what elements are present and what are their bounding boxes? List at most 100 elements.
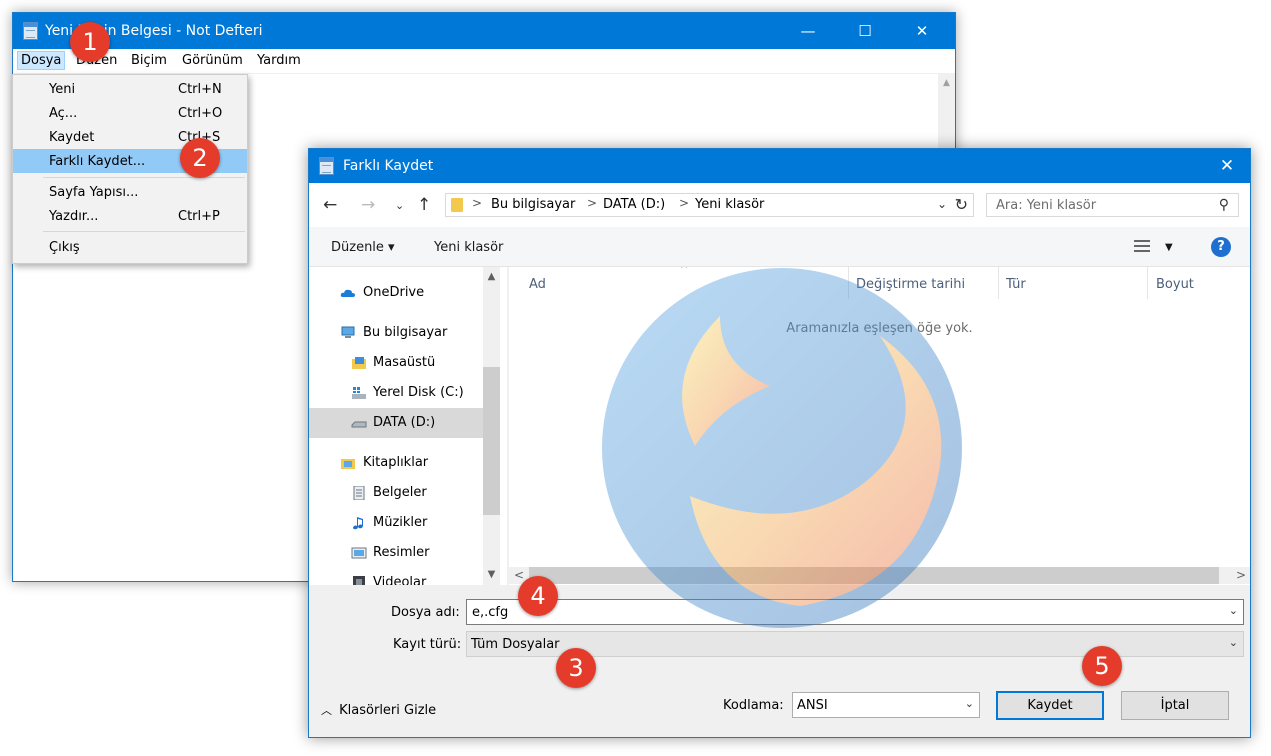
- nav-item-label: Bu bilgisayar: [363, 325, 448, 340]
- computer-icon: [341, 326, 355, 338]
- recent-locations-icon[interactable]: ⌄: [395, 199, 404, 212]
- breadcrumb-bu-bilgisayar[interactable]: Bu bilgisayar: [491, 197, 575, 212]
- menu-item-shortcut: Ctrl+O: [178, 106, 223, 121]
- breadcrumb-separator-icon[interactable]: >: [587, 196, 597, 210]
- scrollbar-thumb[interactable]: [483, 367, 500, 515]
- dialog-titlebar[interactable]: Farklı Kaydet ✕: [309, 149, 1250, 183]
- column-header-modified[interactable]: Değiştirme tarihi: [856, 277, 965, 292]
- new-folder-button[interactable]: Yeni klasör: [434, 240, 503, 255]
- notepad-menubar: Dosya Düzen Biçim Görünüm Yardım: [13, 49, 955, 74]
- menu-bicim[interactable]: Biçim: [128, 52, 170, 69]
- scrollbar-thumb[interactable]: [529, 567, 1219, 584]
- empty-message: Aramanızla eşleşen öğe yok.: [786, 321, 973, 336]
- address-bar[interactable]: > Bu bilgisayar > DATA (D:) > Yeni klasö…: [445, 193, 974, 217]
- nav-item-label: Yerel Disk (C:): [373, 385, 464, 400]
- menu-gorunum[interactable]: Görünüm: [179, 52, 246, 69]
- drive-icon: [351, 421, 367, 428]
- nav-item-muzikler[interactable]: Müzikler: [309, 508, 483, 538]
- column-header-size[interactable]: Boyut: [1156, 277, 1194, 292]
- notepad-titlebar[interactable]: Yeni Metin Belgesi - Not Defteri — ☐ ✕: [13, 13, 955, 49]
- search-input[interactable]: [987, 194, 1216, 216]
- chevron-down-icon[interactable]: ⌄: [1229, 604, 1238, 617]
- nav-item-kitapliklar[interactable]: Kitaplıklar: [309, 448, 483, 478]
- navigation-bar: ← → ⌄ ↑ > Bu bilgisayar > DATA (D:) > Ye…: [309, 183, 1250, 227]
- filetype-label: Kayıt türü:: [393, 637, 462, 652]
- forward-arrow-icon[interactable]: →: [361, 195, 375, 215]
- filename-input[interactable]: [467, 600, 1212, 624]
- column-header-type[interactable]: Tür: [1006, 277, 1026, 292]
- menu-item-ac[interactable]: Aç... Ctrl+O: [13, 101, 247, 125]
- nav-item-resimler[interactable]: Resimler: [309, 538, 483, 568]
- maximize-button[interactable]: ☐: [842, 13, 888, 49]
- menu-item-yazdir[interactable]: Yazdır... Ctrl+P: [13, 204, 247, 228]
- nav-item-videolar[interactable]: Videolar: [309, 568, 483, 585]
- search-box[interactable]: ⚲: [986, 193, 1239, 217]
- sort-ascending-icon: ^: [680, 267, 689, 275]
- column-divider[interactable]: [1147, 267, 1148, 299]
- menu-yardim[interactable]: Yardım: [254, 52, 304, 69]
- back-arrow-icon[interactable]: ←: [323, 195, 337, 215]
- chevron-down-icon[interactable]: ⌄: [1229, 636, 1238, 649]
- folder-icon: [451, 198, 463, 212]
- menu-dosya[interactable]: Dosya: [17, 51, 66, 70]
- videos-icon: [353, 576, 365, 585]
- file-list-horizontal-scrollbar[interactable]: < >: [509, 567, 1250, 584]
- scroll-left-icon[interactable]: <: [514, 568, 524, 582]
- breadcrumb-data-drive[interactable]: DATA (D:): [603, 197, 665, 212]
- menu-item-cikis[interactable]: Çıkış: [13, 235, 247, 259]
- view-options-icon[interactable]: [1134, 239, 1150, 253]
- documents-icon: [353, 486, 365, 500]
- scroll-up-icon[interactable]: ▲: [938, 78, 955, 88]
- breadcrumb-separator-icon[interactable]: >: [472, 196, 482, 210]
- scroll-right-icon[interactable]: >: [1236, 568, 1246, 582]
- scroll-up-icon[interactable]: ▲: [483, 271, 500, 282]
- menu-item-label: Aç...: [49, 106, 78, 121]
- dialog-close-button[interactable]: ✕: [1204, 149, 1250, 183]
- breadcrumb-yeni-klasor[interactable]: Yeni klasör: [695, 197, 764, 212]
- nav-item-onedrive[interactable]: OneDrive: [309, 278, 483, 308]
- nav-item-label: Masaüstü: [373, 355, 436, 370]
- menu-item-label: Farklı Kaydet...: [49, 154, 146, 169]
- step-marker-3: 3: [556, 648, 596, 688]
- nav-item-yerel-disk[interactable]: Yerel Disk (C:): [309, 378, 483, 408]
- nav-item-bu-bilgisayar[interactable]: Bu bilgisayar: [309, 318, 483, 348]
- breadcrumb-separator-icon[interactable]: >: [679, 196, 689, 210]
- search-icon[interactable]: ⚲: [1219, 197, 1229, 213]
- desktop-folder-icon: [352, 357, 366, 369]
- view-dropdown-icon[interactable]: ▼: [1165, 242, 1173, 253]
- column-header-name[interactable]: Ad: [529, 277, 546, 292]
- filename-label: Dosya adı:: [391, 605, 460, 620]
- refresh-icon[interactable]: ↻: [955, 195, 968, 214]
- menu-item-yeni[interactable]: Yeni Ctrl+N: [13, 77, 247, 101]
- encoding-label: Kodlama:: [723, 698, 784, 713]
- navigation-pane-scrollbar[interactable]: ▲ ▼: [483, 267, 500, 585]
- address-dropdown-icon[interactable]: ⌄: [937, 197, 947, 211]
- step-marker-4: 4: [518, 576, 558, 616]
- nav-item-masaustu[interactable]: Masaüstü: [309, 348, 483, 378]
- column-divider[interactable]: [998, 267, 999, 299]
- save-button[interactable]: Kaydet: [996, 691, 1104, 720]
- minimize-button[interactable]: —: [785, 13, 831, 49]
- nav-item-data-drive[interactable]: DATA (D:): [309, 408, 483, 438]
- organize-button[interactable]: Düzenle ▾: [331, 240, 395, 255]
- up-arrow-icon[interactable]: ↑: [417, 195, 431, 215]
- navigation-pane: OneDrive Bu bilgisayar Masaüstü Yerel Di…: [309, 267, 507, 585]
- filename-field[interactable]: ⌄: [466, 599, 1244, 625]
- nav-item-label: Resimler: [373, 545, 430, 560]
- cancel-button[interactable]: İptal: [1121, 691, 1229, 720]
- chevron-down-icon[interactable]: ⌄: [965, 697, 974, 710]
- close-button[interactable]: ✕: [899, 13, 945, 49]
- encoding-select[interactable]: ANSI ⌄: [792, 692, 980, 718]
- filetype-value: Tüm Dosyalar: [471, 637, 560, 652]
- menu-item-label: Yeni: [49, 82, 76, 97]
- nav-item-belgeler[interactable]: Belgeler: [309, 478, 483, 508]
- scroll-down-icon[interactable]: ▼: [483, 569, 500, 580]
- hide-folders-button[interactable]: ︿ Klasörleri Gizle: [321, 702, 436, 718]
- hide-folders-label: Klasörleri Gizle: [339, 703, 437, 718]
- chevron-up-icon: ︿: [321, 704, 332, 717]
- help-icon[interactable]: ?: [1211, 237, 1231, 257]
- menu-separator: [43, 177, 245, 178]
- column-divider[interactable]: [848, 267, 849, 299]
- nav-item-label: Müzikler: [373, 515, 428, 530]
- menu-item-sayfa-yapisi[interactable]: Sayfa Yapısı...: [13, 180, 247, 204]
